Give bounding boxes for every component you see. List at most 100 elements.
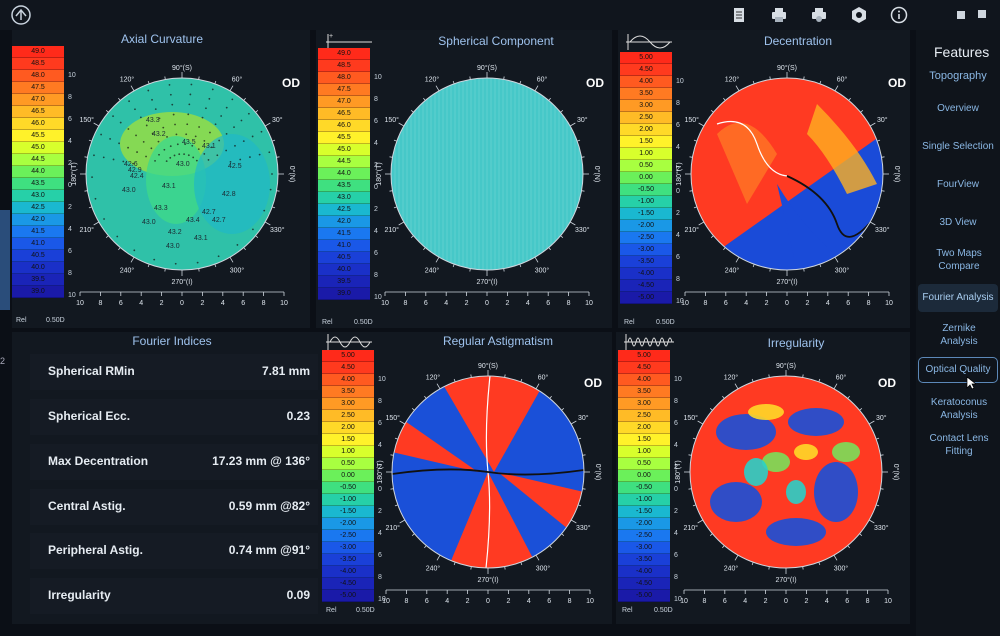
angle-tick	[390, 488, 394, 490]
angle-tick	[504, 374, 506, 378]
data-point	[186, 123, 189, 126]
data-point	[191, 144, 194, 147]
data-point	[251, 135, 254, 138]
collapsed-side-panel[interactable]	[0, 210, 10, 310]
scale-cell: -4.00	[322, 566, 374, 578]
scale-cell: -4.00	[618, 566, 670, 578]
axis-label: 0°(N)	[594, 464, 602, 480]
sidebar-item-two-maps-compare[interactable]: Two Maps Compare	[930, 247, 988, 273]
map-value-label: 43.1	[162, 183, 176, 190]
data-point	[139, 116, 142, 119]
angle-tick	[697, 519, 704, 524]
sidebar-item-single-selection[interactable]: Single Selection	[918, 140, 998, 153]
axis-label: 330°	[270, 226, 285, 234]
sidebar-item-overview[interactable]: Overview	[918, 102, 998, 115]
info-icon[interactable]	[890, 6, 908, 24]
scale-cell: 0.50	[618, 458, 670, 470]
irregularity-map[interactable]: 90°(S) 270°(I) 180°(T) 0°(N) 120° 60° 150° 30° 2…	[674, 346, 910, 622]
sidebar-item-topography[interactable]: Topography	[918, 70, 998, 83]
report-icon[interactable]	[730, 6, 748, 24]
data-point	[268, 151, 271, 154]
angle-tick	[803, 76, 805, 80]
regular-astig-map[interactable]: 90°(S) 270°(I) 180°(T) 0°(N) 120° 60° 150° 30° 2…	[376, 346, 612, 622]
x-tick-label: 6	[846, 300, 850, 307]
axis-label: 240°	[120, 266, 135, 274]
data-point	[209, 131, 211, 134]
data-point	[210, 146, 213, 149]
scale-cell: 4.50	[620, 64, 672, 76]
data-point	[258, 153, 261, 156]
scale-cell: -2.00	[322, 518, 374, 530]
data-point	[189, 93, 192, 96]
data-point	[134, 108, 136, 111]
scale-cell: 5.00	[618, 350, 670, 362]
fourier-row-label: Max Decentration	[48, 454, 149, 468]
axis-label: 90°(S)	[777, 64, 797, 72]
data-point	[133, 249, 136, 252]
axis-label: 60°	[538, 374, 549, 382]
scale-rel-label: Rel	[622, 607, 633, 614]
angle-tick	[435, 256, 440, 263]
print-preview-icon[interactable]	[810, 6, 828, 24]
angle-tick	[389, 190, 393, 192]
scale-cell: 3.50	[618, 386, 670, 398]
axis-label: 150°	[684, 116, 699, 124]
angle-tick	[534, 85, 539, 92]
settings-icon[interactable]	[850, 6, 868, 24]
sidebar-item-3d-view[interactable]: 3D View	[918, 216, 998, 229]
x-tick-label: 4	[445, 598, 449, 605]
sidebar-item-contact-lens-fitting[interactable]: Contact Lens Fitting	[926, 432, 992, 458]
fourier-row-label: Spherical RMin	[48, 364, 135, 378]
angle-tick	[734, 554, 739, 561]
scale-cell: 4.00	[322, 374, 374, 386]
minimize-icon[interactable]	[955, 9, 967, 21]
axis-label: 30°	[877, 116, 888, 124]
angle-tick	[859, 408, 863, 411]
axis-label: 150°	[79, 116, 94, 124]
angle-tick	[105, 235, 109, 238]
scale-cell: 0.50	[620, 160, 672, 172]
angle-tick	[709, 533, 713, 536]
angle-tick	[581, 156, 585, 158]
data-point	[135, 134, 137, 137]
sidebar-item-fourview[interactable]: FourView	[918, 178, 998, 191]
angle-tick	[88, 139, 92, 142]
scale-cell: 42.5	[318, 204, 370, 216]
x-tick-label: 4	[221, 300, 225, 307]
print-icon[interactable]	[770, 6, 788, 24]
sidebar-item-zernike-analysis[interactable]: Zernike Analysis	[930, 322, 988, 348]
axis-label: 60°	[537, 76, 548, 84]
scale-cell: 42.0	[12, 214, 64, 226]
angle-tick	[752, 80, 755, 84]
angle-tick	[582, 488, 586, 490]
data-point	[172, 113, 175, 116]
axis-label: 270°(I)	[776, 278, 797, 286]
restore-icon[interactable]	[975, 9, 987, 21]
axial-map[interactable]: 43.343.242.643.543.142.542.943.042.442.8…	[68, 48, 308, 328]
angle-tick	[769, 268, 771, 272]
data-point	[93, 154, 95, 157]
axis-label: 150°	[384, 116, 399, 124]
angle-tick	[272, 206, 276, 209]
sidebar-item-fourier-analysis[interactable]: Fourier Analysis	[918, 284, 998, 312]
data-point	[260, 130, 263, 133]
angle-tick	[860, 110, 864, 113]
angle-tick	[869, 221, 876, 226]
angle-tick	[164, 268, 166, 272]
angle-tick	[577, 139, 581, 142]
x-tick-label: 8	[568, 598, 572, 605]
scale-cell: -4.50	[322, 578, 374, 590]
map-value-label: 43.0	[176, 161, 190, 168]
decentration-map[interactable]: 90°(S) 270°(I) 180°(T) 0°(N) 120° 60° 150° 30° 2…	[676, 48, 910, 328]
fourier-row-label: Spherical Ecc.	[48, 409, 131, 423]
angle-tick	[848, 97, 851, 101]
sidebar-item-keratoconus-analysis[interactable]: Keratoconus Analysis	[926, 396, 992, 422]
angle-tick	[264, 122, 271, 127]
angle-tick	[394, 504, 398, 507]
data-point	[214, 123, 217, 126]
data-point	[234, 144, 236, 147]
map-value-label: 43.3	[154, 205, 168, 212]
spherical-map[interactable]: 90°(S) 270°(I) 180°(T) 0°(N) 120° 60° 150° 30° 2…	[374, 48, 612, 328]
scale-cell: 45.5	[318, 132, 370, 144]
sidebar-item-optical-quality[interactable]: Optical Quality	[918, 357, 998, 383]
